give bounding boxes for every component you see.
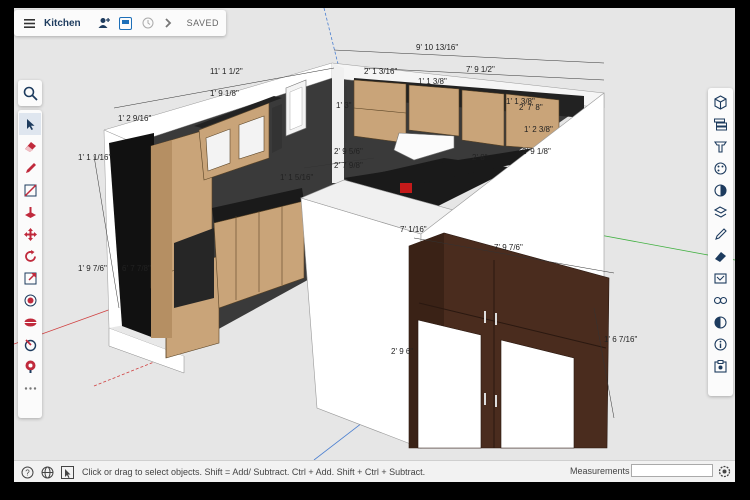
views-icon[interactable] [710,289,732,311]
scenes-icon[interactable] [710,223,732,245]
outliner-icon[interactable] [710,113,732,135]
settings-icon[interactable] [718,465,731,478]
history-icon[interactable] [137,17,159,29]
dim-label: 2' 7 9/8" [334,161,363,170]
dim-label: 1' 9 1/8" [210,89,239,98]
tape-measure-icon[interactable] [19,333,41,355]
eraser-icon[interactable] [19,135,41,157]
scale-icon[interactable] [19,267,41,289]
tags-icon[interactable] [710,201,732,223]
search-icon[interactable] [19,82,41,104]
save-status: SAVED [186,18,220,28]
globe-icon[interactable] [40,465,54,479]
dim-label: 2' 8" [472,153,488,162]
dim-label: 1' 9 7/6" [78,264,107,273]
dim-label: 2' 9 1/8" [522,147,551,156]
menu-icon[interactable] [20,18,38,28]
chevron-right-icon[interactable] [159,18,179,28]
push-pull-icon[interactable] [19,201,41,223]
dim-label: 2' 9 6" [391,347,413,356]
dim-label: 1' 1 3/8" [418,77,447,86]
status-hint: Click or drag to select objects. Shift =… [82,467,426,477]
offset-icon[interactable] [19,289,41,311]
dim-label: 1' 2 3/8" [524,125,553,134]
status-bar: ? Click or drag to select objects. Shift… [14,460,735,482]
kitchen-3d-model[interactable]: 9' 10 13/16" 7' 9 1/2" 2' 1 3/16" 1' 1 3… [14,8,735,460]
cube-icon[interactable] [710,91,732,113]
right-toolbar [708,88,733,396]
components-icon[interactable] [710,135,732,157]
paint-icon[interactable] [19,355,41,377]
dim-label: 1' 2 9/16" [118,114,151,123]
select-hint-icon [60,465,74,479]
help-icon[interactable]: ? [20,465,34,479]
dim-label: 2' 7' 8" [519,103,543,112]
materials-icon[interactable] [710,157,732,179]
dim-label: 7' 1/16" [400,225,427,234]
add-user-icon[interactable] [95,17,115,29]
display-icon[interactable] [710,267,732,289]
dim-label: 2' 9 5/6" [334,147,363,156]
dim-label: 9' 10 13/16" [416,43,458,52]
save-icon[interactable] [115,16,137,30]
styles-icon[interactable] [710,179,732,201]
dim-label: 7' 9 7/6" [494,243,523,252]
shadows-icon[interactable] [710,245,732,267]
line-icon[interactable] [19,179,41,201]
measurements-input[interactable] [631,464,713,477]
extensions-icon[interactable] [710,355,732,377]
dim-label: 1' 1 5/16" [280,173,313,182]
section-icon[interactable] [19,311,41,333]
soften-icon[interactable] [710,311,732,333]
search-panel [18,80,42,106]
model-title[interactable]: Kitchen [44,18,81,29]
dim-label: 2' 1 3/16" [364,67,397,76]
more-icon[interactable] [19,377,41,399]
top-bar: Kitchen SAVED [14,10,226,36]
dim-label: 1' 6 7/16" [604,335,637,344]
svg-text:?: ? [25,468,30,477]
dim-label: 1' 3" [336,101,352,110]
dim-label: 7' 9 1/2" [466,65,495,74]
dim-label: 6' 7 7/8" [122,264,151,273]
measurements-label: Measurements [570,466,630,476]
dim-label: 11' 1 1/2" [210,67,243,76]
move-icon[interactable] [19,223,41,245]
info-icon[interactable] [710,333,732,355]
app-frame: 9' 10 13/16" 7' 9 1/2" 2' 1 3/16" 1' 1 3… [0,0,750,500]
pencil-icon[interactable] [19,157,41,179]
rotate-icon[interactable] [19,245,41,267]
drawing-viewport[interactable]: 9' 10 13/16" 7' 9 1/2" 2' 1 3/16" 1' 1 3… [14,8,735,482]
select-arrow-icon[interactable] [19,113,41,135]
dim-label: 1' 1 1/16" [78,153,111,162]
left-toolbar [18,110,42,418]
